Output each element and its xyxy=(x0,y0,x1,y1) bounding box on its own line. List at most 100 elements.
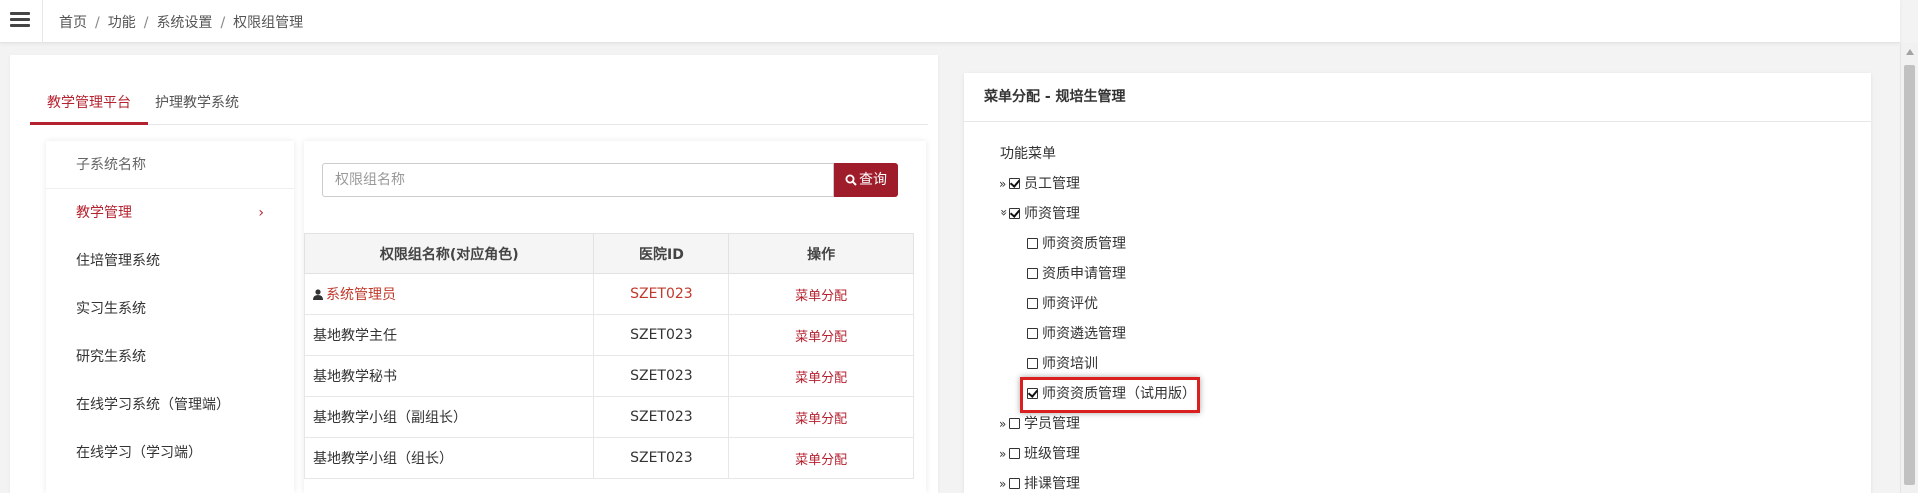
search-button[interactable]: 查询 xyxy=(834,163,898,197)
menu-toggle-icon[interactable] xyxy=(10,12,30,28)
menu-checkbox[interactable] xyxy=(1009,208,1020,219)
menu-node-faculty: » 师资管理 xyxy=(997,203,1080,225)
menu-tree-root-label: 功能菜单 xyxy=(1000,146,1056,162)
menu-node-label: 师资遴选管理 xyxy=(1042,326,1126,342)
menu-node-label: 师资评优 xyxy=(1042,296,1098,312)
subsystem-item-graduate[interactable]: 研究生系统 xyxy=(46,333,294,381)
menu-checkbox[interactable] xyxy=(1027,268,1038,279)
assign-menu-link[interactable]: 菜单分配 xyxy=(795,330,847,345)
assign-menu-link[interactable]: 菜单分配 xyxy=(795,289,847,304)
column-header-name: 权限组名称(对应角色) xyxy=(303,233,595,274)
subsystem-item-label: 在线学习系统（管理端） xyxy=(76,397,230,413)
menu-panel-title: 菜单分配 - 规培生管理 xyxy=(964,73,1871,122)
assign-menu-link[interactable]: 菜单分配 xyxy=(795,371,847,386)
search-input[interactable]: 权限组名称 xyxy=(322,163,834,197)
table-cell-hospital-id: SZET023 xyxy=(593,355,730,397)
menu-checkbox[interactable] xyxy=(1027,238,1038,249)
breadcrumb-home[interactable]: 首页 xyxy=(59,15,87,31)
table-cell-action: 菜单分配 xyxy=(728,314,914,356)
menu-checkbox[interactable] xyxy=(1009,418,1020,429)
subsystem-item-online-admin[interactable]: 在线学习系统（管理端） xyxy=(46,381,294,429)
menu-node-label: 学员管理 xyxy=(1024,416,1080,432)
role-name: 系统管理员 xyxy=(326,287,396,303)
assign-menu-link[interactable]: 菜单分配 xyxy=(795,412,847,427)
menu-node-trainee: » 学员管理 xyxy=(999,413,1080,435)
subsystem-item-residency[interactable]: 住培管理系统 xyxy=(46,237,294,285)
scroll-thumb[interactable] xyxy=(1904,65,1915,485)
menu-node-label: 班级管理 xyxy=(1024,446,1080,462)
expand-icon[interactable]: » xyxy=(999,173,1009,195)
menu-node-faculty-evaluation: 师资评优 xyxy=(1027,293,1098,315)
subsystem-header: 子系统名称 xyxy=(46,141,294,189)
permission-group-table: 权限组名称(对应角色) 医院ID 操作 系统管理员 SZET023 菜单分配 基… xyxy=(303,233,914,479)
menu-node-schedule: » 排课管理 xyxy=(999,473,1080,493)
menu-node-faculty-qualification: 师资资质管理 xyxy=(1027,233,1126,255)
subsystem-item-teaching[interactable]: 教学管理 › xyxy=(46,189,294,237)
menu-node-label: 师资管理 xyxy=(1024,206,1080,222)
menu-checkbox[interactable] xyxy=(1027,358,1038,369)
chevron-right-icon: › xyxy=(258,205,264,221)
table-row: 基地教学小组（副组长） SZET023 菜单分配 xyxy=(303,396,914,438)
table-cell-action: 菜单分配 xyxy=(728,437,914,479)
top-bar: 首页 / 功能 / 系统设置 / 权限组管理 xyxy=(0,0,1900,43)
menu-node-faculty-training: 师资培训 xyxy=(1027,353,1098,375)
breadcrumb-system-settings[interactable]: 系统设置 xyxy=(156,15,212,31)
subsystem-item-intern[interactable]: 实习生系统 xyxy=(46,285,294,333)
platform-tabs: 教学管理平台 护理教学系统 xyxy=(30,85,928,125)
table-cell-action: 菜单分配 xyxy=(728,273,914,315)
subsystem-item-label: 实习生系统 xyxy=(76,301,146,317)
user-icon xyxy=(313,289,323,300)
tab-teaching-platform[interactable]: 教学管理平台 xyxy=(30,85,148,125)
table-row: 基地教学主任 SZET023 菜单分配 xyxy=(303,314,914,356)
subsystem-item-label: 教学管理 xyxy=(76,205,132,221)
menu-node-label: 师资资质管理 xyxy=(1042,236,1126,252)
subsystem-item-label: 研究生系统 xyxy=(76,349,146,365)
menu-checkbox[interactable] xyxy=(1027,328,1038,339)
table-cell-hospital-id: SZET023 xyxy=(593,437,730,479)
expand-icon[interactable]: » xyxy=(999,413,1009,435)
table-cell-action: 菜单分配 xyxy=(728,396,914,438)
table-header-row: 权限组名称(对应角色) 医院ID 操作 xyxy=(303,233,914,274)
subsystem-item-label: 住培管理系统 xyxy=(76,253,160,269)
table-row: 基地教学秘书 SZET023 菜单分配 xyxy=(303,355,914,397)
subsystem-item-label: 在线学习（学习端） xyxy=(76,445,202,461)
column-header-action: 操作 xyxy=(728,233,914,274)
search-icon xyxy=(845,174,857,186)
annotation-highlight-box xyxy=(1020,377,1200,413)
divider xyxy=(42,0,43,43)
breadcrumb-current: 权限组管理 xyxy=(233,15,304,31)
scroll-up-arrow-icon[interactable] xyxy=(1906,49,1914,55)
table-cell-name: 基地教学小组（副组长） xyxy=(303,396,595,438)
breadcrumb-function[interactable]: 功能 xyxy=(108,15,136,31)
menu-node-label: 排课管理 xyxy=(1024,476,1080,492)
expand-icon[interactable]: » xyxy=(999,443,1009,465)
menu-node-label: 员工管理 xyxy=(1024,176,1080,192)
menu-node-qualification-application: 资质申请管理 xyxy=(1027,263,1126,285)
subsystem-item-online-learner[interactable]: 在线学习（学习端） xyxy=(46,429,294,477)
table-row: 系统管理员 SZET023 菜单分配 xyxy=(303,273,914,315)
subsystem-list: 子系统名称 教学管理 › 住培管理系统 实习生系统 研究生系统 在线学习系统（管… xyxy=(46,141,294,493)
table-cell-hospital-id: SZET023 xyxy=(593,273,730,315)
menu-checkbox[interactable] xyxy=(1009,448,1020,459)
table-cell-hospital-id: SZET023 xyxy=(593,314,730,356)
table-cell-name: 基地教学主任 xyxy=(303,314,595,356)
menu-checkbox[interactable] xyxy=(1009,178,1020,189)
menu-node-label: 师资培训 xyxy=(1042,356,1098,372)
breadcrumb: 首页 / 功能 / 系统设置 / 权限组管理 xyxy=(59,15,304,31)
menu-checkbox[interactable] xyxy=(1009,478,1020,489)
table-cell-name: 基地教学小组（组长） xyxy=(303,437,595,479)
column-header-hospital-id: 医院ID xyxy=(593,233,730,274)
table-row: 基地教学小组（组长） SZET023 菜单分配 xyxy=(303,437,914,479)
table-cell-action: 菜单分配 xyxy=(728,355,914,397)
expand-icon[interactable]: » xyxy=(999,473,1009,493)
table-cell-name: 基地教学秘书 xyxy=(303,355,595,397)
assign-menu-link[interactable]: 菜单分配 xyxy=(795,453,847,468)
menu-checkbox[interactable] xyxy=(1027,298,1038,309)
menu-node-faculty-selection: 师资遴选管理 xyxy=(1027,323,1126,345)
menu-node-staff: » 员工管理 xyxy=(999,173,1080,195)
menu-node-class: » 班级管理 xyxy=(999,443,1080,465)
page-scrollbar[interactable] xyxy=(1900,43,1918,493)
tab-nursing-system[interactable]: 护理教学系统 xyxy=(148,85,246,125)
search-button-label: 查询 xyxy=(859,172,887,188)
table-cell-hospital-id: SZET023 xyxy=(593,396,730,438)
